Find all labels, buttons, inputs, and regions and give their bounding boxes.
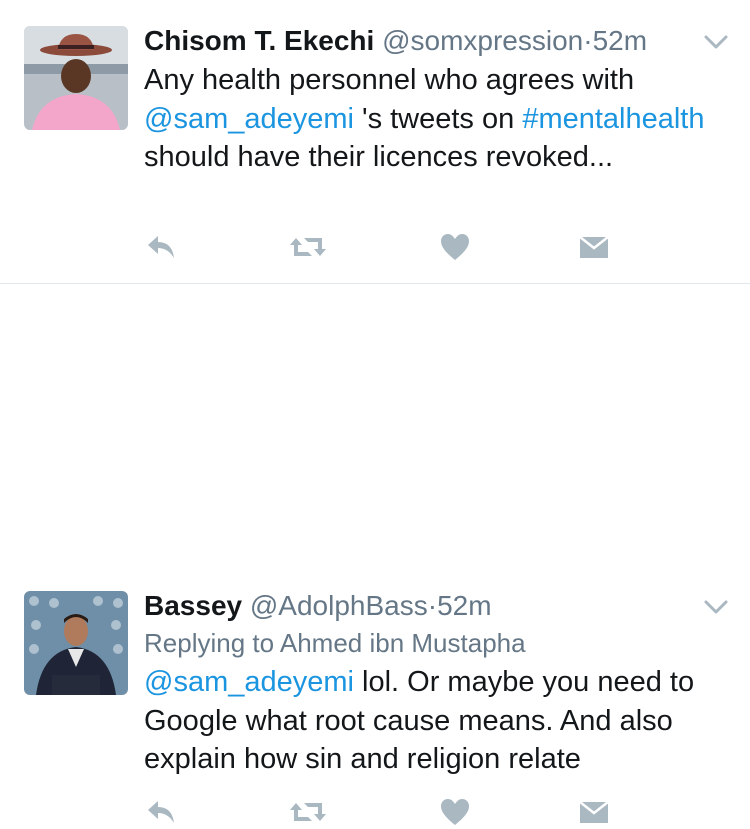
separator: · — [583, 25, 593, 56]
hashtag-link[interactable]: #mentalhealth — [522, 103, 704, 135]
replying-to-context[interactable]: Replying to Ahmed ibn Mustapha — [144, 627, 526, 659]
heart-icon — [441, 799, 469, 825]
tweet-feed: Chisom T. Ekechi @somxpression·52m Any h… — [0, 0, 750, 825]
tweet-actions — [144, 230, 624, 264]
avatar[interactable] — [24, 26, 128, 130]
like-button[interactable] — [440, 230, 470, 264]
text-segment: should have their licences revoked... — [144, 141, 614, 173]
timestamp[interactable]: 52m — [593, 25, 647, 56]
reply-button[interactable] — [144, 795, 178, 829]
tweet-header: Chisom T. Ekechi @somxpression·52m — [144, 24, 690, 58]
avatar-image — [24, 26, 128, 130]
chevron-down-icon[interactable] — [702, 32, 730, 52]
text-segment: 's tweets on — [353, 102, 523, 135]
tweet[interactable]: Chisom T. Ekechi @somxpression·52m Any h… — [0, 0, 750, 284]
chevron-down-icon[interactable] — [702, 597, 730, 617]
user-handle[interactable]: @AdolphBass — [250, 590, 428, 621]
retweet-icon — [290, 803, 326, 821]
user-handle[interactable]: @somxpression — [382, 25, 583, 56]
reply-icon — [148, 236, 174, 258]
direct-message-button[interactable] — [578, 230, 610, 264]
reply-button[interactable] — [144, 230, 178, 264]
tweet-text: @sam_adeyemi lol. Or maybe you need to G… — [144, 663, 730, 779]
retweet-icon — [290, 238, 326, 256]
text-segment: Any health personnel who agrees with — [144, 64, 635, 96]
tweet-header: Bassey @AdolphBass·52m — [144, 589, 690, 623]
like-button[interactable] — [440, 795, 470, 829]
mention-link[interactable]: @sam_adeyemi — [144, 666, 354, 698]
reply-icon — [148, 801, 174, 823]
retweet-button[interactable] — [288, 230, 328, 264]
avatar-image — [24, 591, 128, 695]
mention-link[interactable]: @sam_adeyemi — [144, 103, 354, 135]
retweet-button[interactable] — [288, 795, 328, 829]
tweet[interactable]: Bassey @AdolphBass·52m Replying to Ahmed… — [0, 284, 750, 825]
heart-icon — [441, 234, 469, 260]
display-name[interactable]: Chisom T. Ekechi — [144, 25, 374, 56]
envelope-icon — [579, 801, 609, 823]
direct-message-button[interactable] — [578, 795, 610, 829]
tweet-actions — [144, 795, 624, 829]
display-name[interactable]: Bassey — [144, 590, 242, 621]
separator: · — [427, 590, 438, 621]
timestamp[interactable]: 52m — [437, 590, 491, 621]
avatar[interactable] — [24, 591, 128, 695]
envelope-icon — [579, 236, 609, 258]
tweet-text: Any health personnel who agrees with @sa… — [144, 61, 730, 177]
